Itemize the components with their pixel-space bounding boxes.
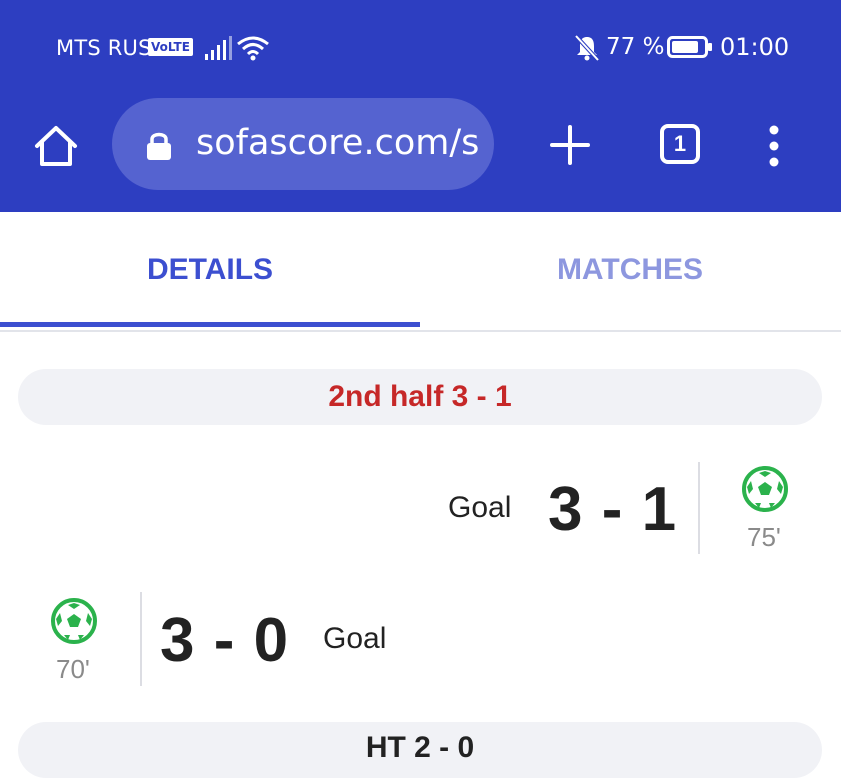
active-tab-indicator <box>0 322 420 327</box>
event-label: Goal <box>323 622 387 655</box>
soccer-ball-icon <box>51 598 97 644</box>
battery-percent: 77 % <box>606 34 665 60</box>
wifi-icon <box>237 36 269 61</box>
tab-matches[interactable]: MATCHES <box>420 212 840 328</box>
new-tab-button[interactable] <box>548 123 592 167</box>
battery-icon <box>667 36 712 58</box>
event-minute: 70' <box>56 654 90 684</box>
url-bar[interactable]: sofascore.com/s <box>112 98 494 190</box>
divider <box>698 462 700 554</box>
lock-icon <box>147 132 171 160</box>
event-score: 3 - 1 <box>548 475 678 544</box>
menu-icon[interactable] <box>764 124 784 168</box>
signal-icon <box>205 36 232 60</box>
status-bar: MTS RUS VoLTE 77 % 01:00 <box>0 0 841 95</box>
event-score: 3 - 0 <box>160 606 290 675</box>
period-header-2nd-half: 2nd half 3 - 1 <box>18 369 822 425</box>
event-label: Goal <box>448 491 512 524</box>
tab-details[interactable]: DETAILS <box>0 212 420 328</box>
tab-bar: DETAILS MATCHES <box>0 212 841 332</box>
soccer-ball-icon <box>742 466 788 512</box>
clock: 01:00 <box>720 33 790 61</box>
browser-header: MTS RUS VoLTE 77 % 01:00 sofascore.com/s… <box>0 0 841 212</box>
url-text: sofascore.com/s <box>196 123 480 163</box>
event-minute: 75' <box>747 522 781 552</box>
tabs-count-button[interactable]: 1 <box>660 124 700 164</box>
volte-badge: VoLTE <box>148 38 193 56</box>
bell-muted-icon <box>574 34 600 62</box>
divider <box>140 592 142 686</box>
home-icon[interactable] <box>32 122 80 170</box>
carrier-name: MTS RUS <box>56 36 152 60</box>
period-header-halftime: HT 2 - 0 <box>18 722 822 778</box>
